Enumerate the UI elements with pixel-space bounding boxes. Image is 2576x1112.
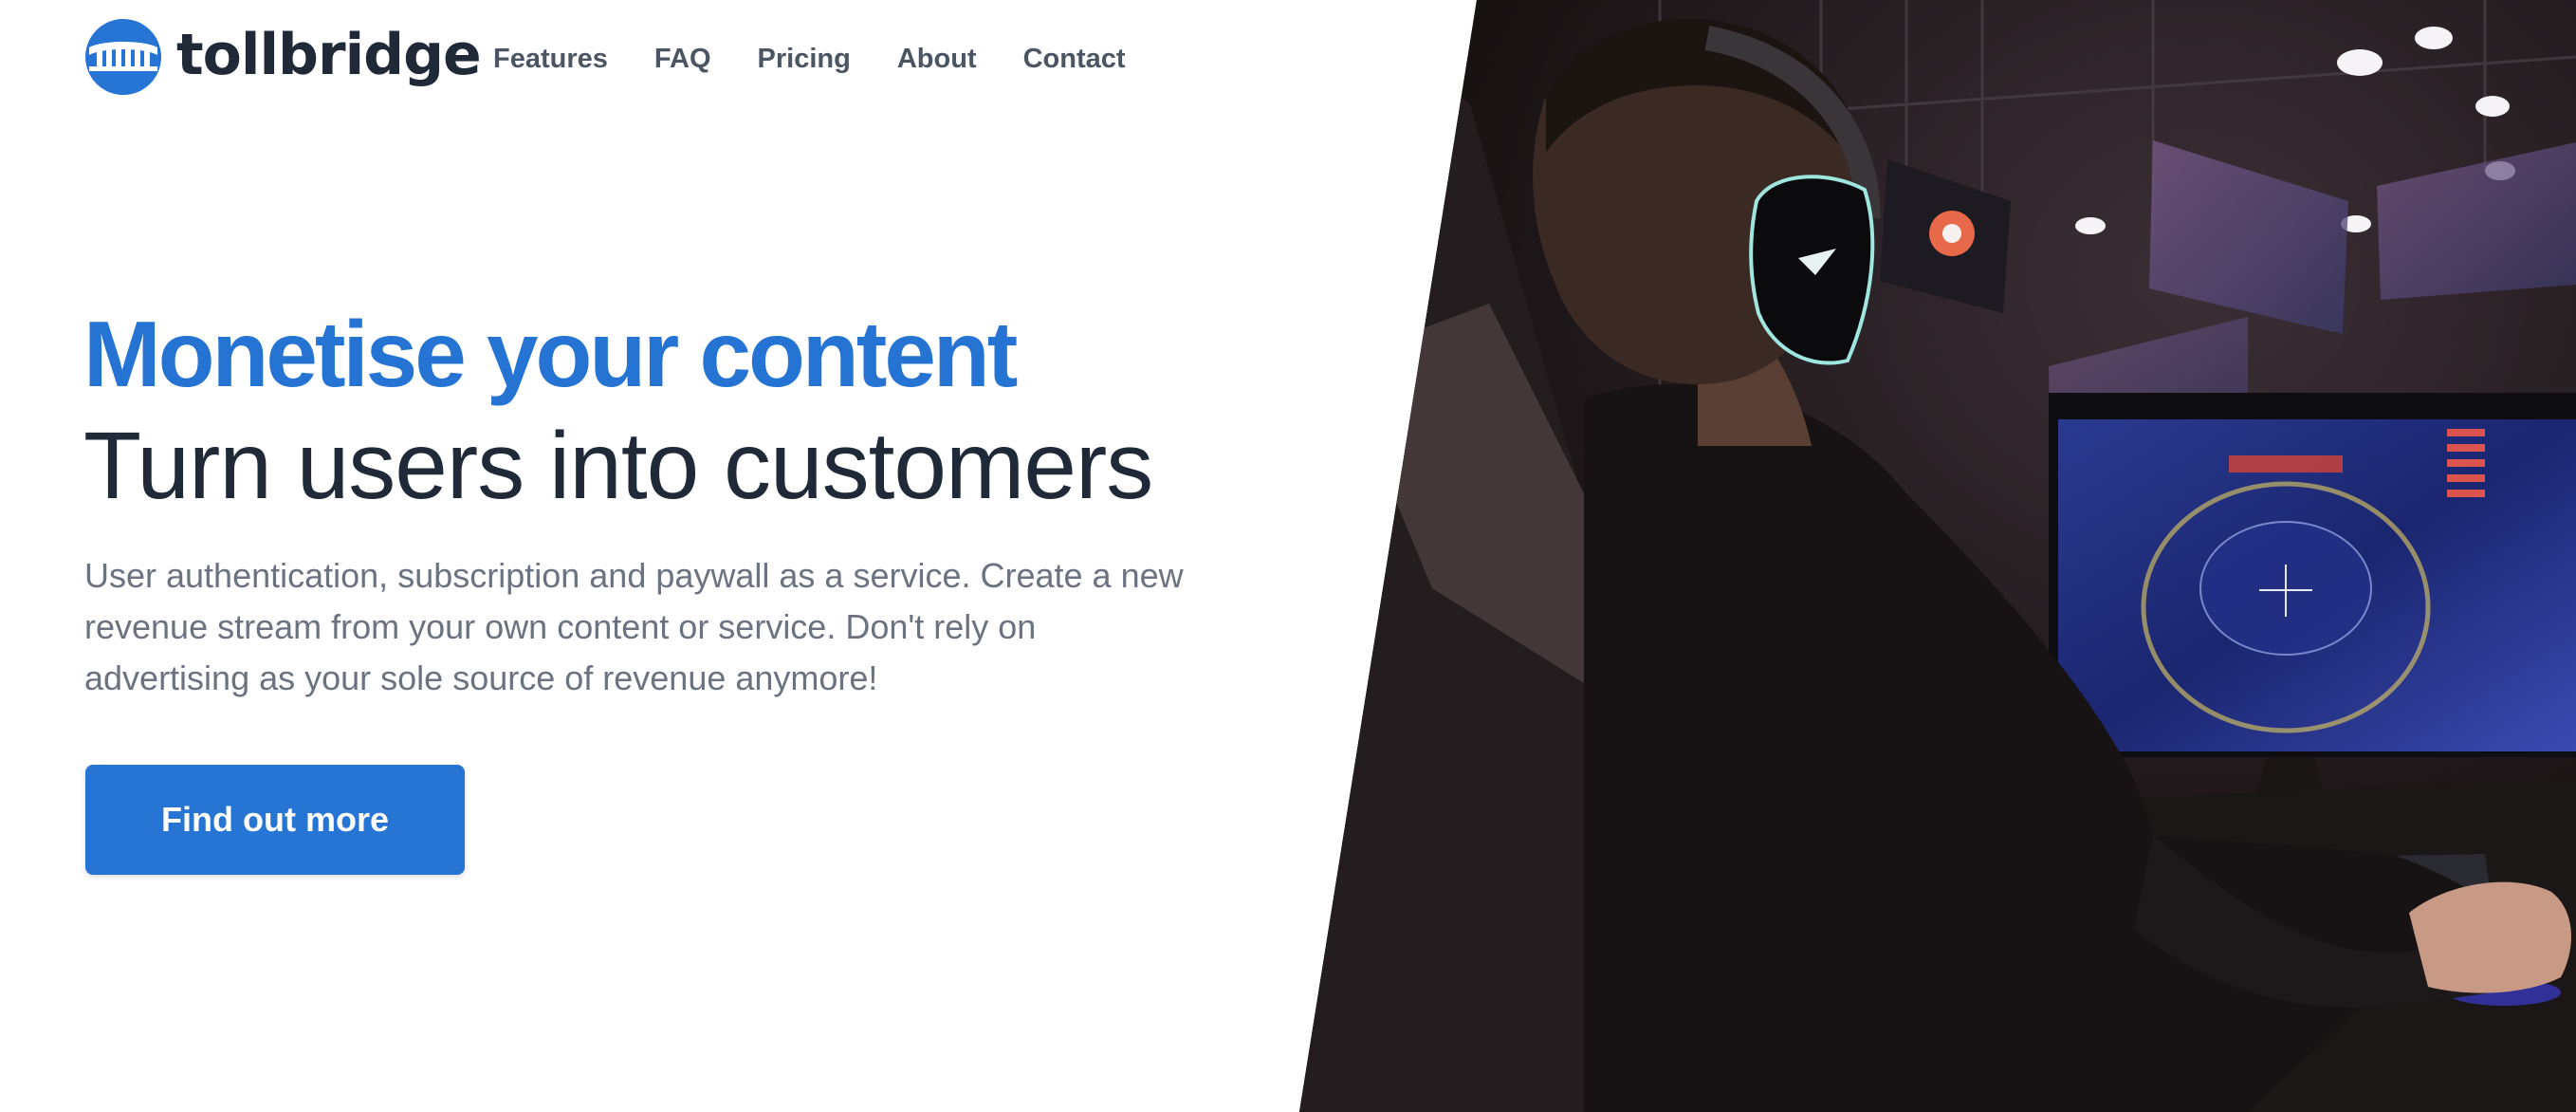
hero-photo	[1299, 0, 2576, 1112]
site-header: tollbridge Features FAQ Pricing About Co…	[0, 0, 1328, 118]
bridge-logo-icon	[85, 19, 161, 95]
brand-logo-link[interactable]: tollbridge	[85, 19, 482, 95]
hero-title: Monetise your content	[83, 302, 1018, 406]
nav-item-features[interactable]: Features	[493, 38, 608, 80]
find-out-more-button[interactable]: Find out more	[85, 765, 465, 875]
brand-name: tollbridge	[176, 22, 482, 88]
hero-description: User authentication, subscription and pa…	[84, 556, 1184, 697]
landing-page: tollbridge Features FAQ Pricing About Co…	[0, 0, 2576, 1112]
nav-item-faq[interactable]: FAQ	[654, 38, 711, 80]
nav-item-about[interactable]: About	[897, 38, 977, 80]
main-nav: Features FAQ Pricing About Contact	[493, 38, 1172, 80]
hero-subtitle: Turn users into customers	[83, 413, 1153, 519]
nav-item-pricing[interactable]: Pricing	[758, 38, 851, 80]
nav-item-contact[interactable]: Contact	[1023, 38, 1126, 80]
